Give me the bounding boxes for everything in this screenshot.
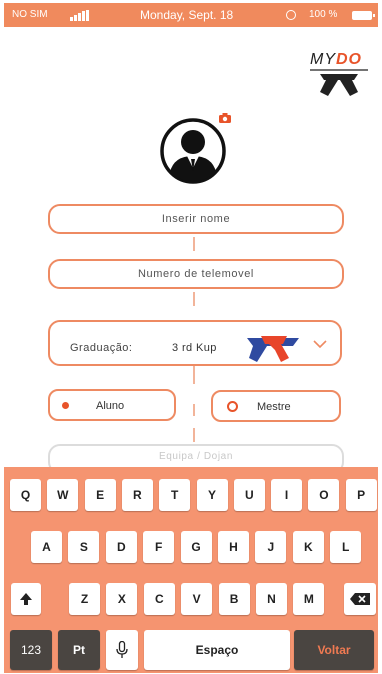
role-student-label: Aluno bbox=[96, 400, 125, 412]
language-key-label: Pt bbox=[73, 643, 85, 657]
return-key[interactable]: Voltar bbox=[294, 630, 374, 670]
key-o[interactable]: O bbox=[308, 479, 340, 511]
key-n[interactable]: N bbox=[256, 583, 287, 615]
phone-placeholder: Numero de telemovel bbox=[138, 268, 254, 280]
key-u[interactable]: U bbox=[233, 479, 265, 511]
key-x[interactable]: X bbox=[106, 583, 138, 615]
role-master-label: Mestre bbox=[257, 401, 291, 413]
numbers-key[interactable]: 123 bbox=[10, 630, 52, 670]
key-p[interactable]: P bbox=[345, 479, 377, 511]
name-placeholder: Inserir nome bbox=[161, 213, 231, 225]
key-f[interactable]: F bbox=[143, 531, 175, 563]
key-c[interactable]: C bbox=[143, 583, 175, 615]
chevron-down-icon[interactable] bbox=[313, 339, 327, 349]
status-bar: NO SIM Monday, Sept. 18 100 % bbox=[4, 3, 378, 27]
microphone-icon bbox=[116, 641, 128, 658]
key-a[interactable]: A bbox=[31, 531, 62, 563]
numbers-key-label: 123 bbox=[20, 643, 42, 657]
role-master-radio[interactable]: Mestre bbox=[211, 390, 341, 422]
space-key-label: Espaço bbox=[195, 643, 239, 657]
key-e[interactable]: E bbox=[84, 479, 116, 511]
clock-icon bbox=[286, 10, 296, 20]
key-t[interactable]: T bbox=[159, 479, 191, 511]
key-g[interactable]: G bbox=[180, 531, 212, 563]
key-i[interactable]: I bbox=[271, 479, 303, 511]
return-key-label: Voltar bbox=[317, 643, 351, 657]
language-key[interactable]: Pt bbox=[58, 630, 100, 670]
graduation-value: 3 rd Kup bbox=[172, 342, 217, 354]
key-q[interactable]: Q bbox=[10, 479, 41, 511]
backspace-key[interactable] bbox=[344, 583, 376, 615]
key-k[interactable]: K bbox=[292, 531, 324, 563]
user-avatar-icon bbox=[160, 118, 226, 184]
team-placeholder: Equipa / Dojan bbox=[158, 450, 233, 462]
key-z[interactable]: Z bbox=[69, 583, 100, 615]
radio-unselected-icon bbox=[227, 401, 238, 412]
shift-icon bbox=[20, 593, 32, 605]
key-l[interactable]: L bbox=[330, 531, 362, 563]
shift-key[interactable] bbox=[11, 583, 41, 615]
belt-logo-icon bbox=[310, 69, 368, 96]
keyboard: QWERTYUIOP ASDFGHJKL ZXCVBNM 123 Pt Espa… bbox=[4, 467, 378, 673]
key-w[interactable]: W bbox=[47, 479, 79, 511]
key-s[interactable]: S bbox=[68, 531, 100, 563]
space-key[interactable]: Espaço bbox=[144, 630, 290, 670]
avatar[interactable] bbox=[160, 118, 226, 184]
connector-line bbox=[193, 237, 195, 251]
key-r[interactable]: R bbox=[121, 479, 153, 511]
phone-input[interactable]: Numero de telemovel bbox=[48, 259, 344, 289]
belt-icon bbox=[247, 336, 299, 362]
key-h[interactable]: H bbox=[218, 531, 249, 563]
connector-line bbox=[193, 428, 195, 442]
battery-icon bbox=[352, 11, 375, 20]
radio-selected-icon bbox=[62, 402, 69, 409]
key-v[interactable]: V bbox=[181, 583, 213, 615]
key-j[interactable]: J bbox=[255, 531, 287, 563]
role-student-radio[interactable]: Aluno bbox=[48, 389, 176, 421]
graduation-select[interactable]: Graduação: 3 rd Kup bbox=[48, 320, 342, 366]
key-d[interactable]: D bbox=[105, 531, 137, 563]
graduation-label: Graduação: bbox=[70, 342, 133, 354]
app-logo: MYDO bbox=[308, 51, 370, 100]
connector-line bbox=[193, 404, 195, 416]
backspace-icon bbox=[350, 593, 370, 605]
key-m[interactable]: M bbox=[293, 583, 325, 615]
camera-icon[interactable] bbox=[219, 113, 231, 123]
microphone-key[interactable] bbox=[106, 630, 138, 670]
carrier-label: NO SIM bbox=[12, 9, 48, 20]
connector-line bbox=[193, 292, 195, 306]
signal-icon bbox=[70, 9, 89, 21]
key-b[interactable]: B bbox=[218, 583, 250, 615]
name-input[interactable]: Inserir nome bbox=[48, 204, 344, 234]
battery-percentage: 100 % bbox=[309, 9, 338, 20]
status-date: Monday, Sept. 18 bbox=[140, 8, 234, 22]
connector-line bbox=[193, 366, 195, 384]
key-y[interactable]: Y bbox=[196, 479, 228, 511]
